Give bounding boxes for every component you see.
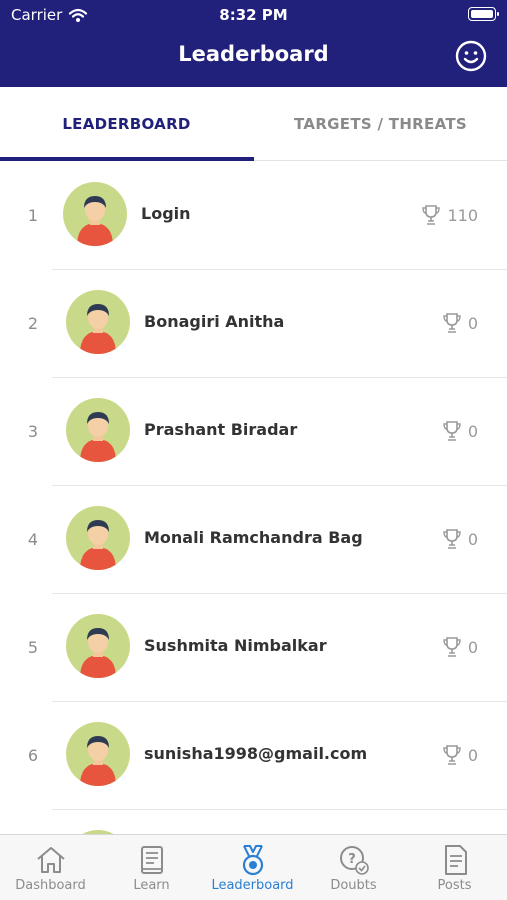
trophy-icon: [443, 421, 461, 441]
nav-label: Dashboard: [15, 878, 86, 893]
leaderboard-row[interactable]: 4 Monali Ramchandra Bag 0: [0, 486, 507, 594]
trophy-icon: [422, 205, 441, 225]
nav-label: Doubts: [330, 878, 377, 893]
score: 0: [442, 420, 478, 442]
user-name: Bonagiri Anitha: [144, 312, 285, 331]
nav-label: Posts: [437, 878, 472, 893]
user-avatar-icon: [77, 196, 113, 246]
tab-leaderboard[interactable]: LEADERBOARD: [0, 87, 253, 161]
user-avatar-icon: [80, 520, 116, 570]
medal-icon: [242, 845, 263, 876]
trophy-icon: [443, 313, 461, 333]
nav-posts[interactable]: Posts: [404, 835, 505, 900]
avatar: [63, 182, 127, 246]
book-icon: [140, 846, 163, 874]
rank-number: 3: [27, 422, 39, 441]
user-name: sunisha1998@gmail.com: [144, 744, 368, 763]
nav-label: Leaderboard: [211, 878, 294, 893]
leaderboard-list[interactable]: 1 Login 110 2 Bonagiri Anitha 0 3 Prasha…: [0, 162, 507, 834]
rank-number: 2: [27, 314, 39, 333]
avatar: [66, 398, 130, 462]
user-name: Login: [141, 204, 191, 223]
user-name: Monali Ramchandra Bag: [144, 528, 363, 547]
nav-doubts[interactable]: ? Doubts: [303, 835, 404, 900]
rank-number: 5: [27, 638, 39, 657]
avatar: [66, 290, 130, 354]
user-avatar-icon: [80, 412, 116, 462]
user-avatar-icon: [80, 628, 116, 678]
rank-number: 1: [27, 206, 39, 225]
score: 0: [442, 744, 478, 766]
status-bar: Carrier 8:32 PM: [0, 0, 507, 30]
leaderboard-row[interactable]: 2 Bonagiri Anitha 0: [0, 270, 507, 378]
user-avatar-icon: [80, 304, 116, 354]
tab-bar: LEADERBOARD TARGETS / THREATS: [0, 87, 507, 161]
score-value: 0: [467, 421, 478, 441]
avatar: [66, 722, 130, 786]
trophy-icon: [443, 529, 461, 549]
score: 110: [421, 204, 478, 226]
score: 0: [442, 312, 478, 334]
document-icon: [444, 845, 467, 875]
tab-targets-threats[interactable]: TARGETS / THREATS: [254, 87, 507, 161]
trophy-icon: [443, 637, 461, 657]
status-time: 8:32 PM: [219, 6, 288, 24]
svg-text:?: ?: [348, 852, 356, 867]
page-title: Leaderboard: [178, 42, 329, 66]
trophy-icon: [443, 745, 461, 765]
leaderboard-row[interactable]: 5 Sushmita Nimbalkar 0: [0, 594, 507, 702]
battery-icon: [468, 7, 499, 21]
app-header: Carrier 8:32 PM Leaderboard: [0, 0, 507, 87]
leaderboard-row[interactable]: 3 Prashant Biradar 0: [0, 378, 507, 486]
score: 0: [442, 636, 478, 658]
smiley-icon[interactable]: [455, 40, 487, 72]
leaderboard-row[interactable]: 6 sunisha1998@gmail.com 0: [0, 702, 507, 810]
user-name: Prashant Biradar: [144, 420, 298, 439]
score-value: 0: [467, 313, 478, 333]
active-tab-indicator: [0, 157, 254, 161]
score-value: 0: [467, 529, 478, 549]
nav-dashboard[interactable]: Dashboard: [0, 835, 101, 900]
score-value: 0: [467, 637, 478, 657]
nav-leaderboard[interactable]: Leaderboard: [202, 835, 303, 900]
leaderboard-row[interactable]: 1 Login 110: [0, 162, 507, 270]
user-avatar-icon: [80, 736, 116, 786]
question-icon: ?: [339, 846, 369, 875]
rank-number: 4: [27, 530, 39, 549]
bottom-navigation: Dashboard Learn Leaderboard ? Doubts Pos…: [0, 834, 507, 900]
home-icon: [36, 847, 65, 873]
leaderboard-row-partial[interactable]: [0, 810, 507, 834]
avatar: [66, 614, 130, 678]
avatar: [66, 506, 130, 570]
rank-number: 6: [27, 746, 39, 765]
score-value: 0: [467, 745, 478, 765]
nav-label: Learn: [133, 878, 170, 893]
user-name: Sushmita Nimbalkar: [144, 636, 327, 655]
score: 0: [442, 528, 478, 550]
score-value: 110: [447, 205, 478, 225]
nav-learn[interactable]: Learn: [101, 835, 202, 900]
